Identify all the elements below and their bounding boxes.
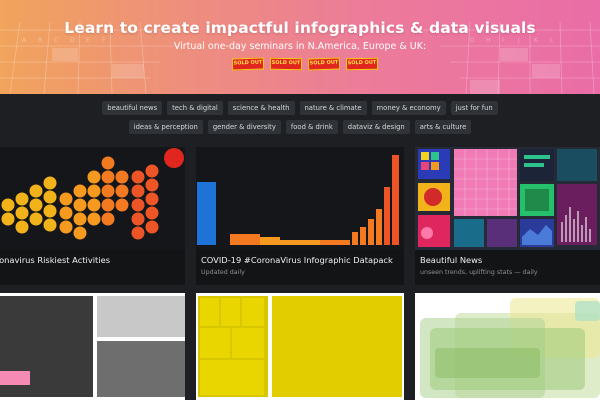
card-title: Coronavirus Riskiest Activities xyxy=(0,255,111,265)
card-title: Beautiful News xyxy=(420,255,483,265)
card-beautiful-news[interactable]: Beautiful News unseen trends, uplifting … xyxy=(415,147,600,285)
banner-title: Learn to create impactful infographics &… xyxy=(64,19,536,37)
tag-tech-digital[interactable]: tech & digital xyxy=(167,101,223,115)
sold-out-badge: SOLD OUT xyxy=(307,57,341,71)
sold-out-badge: SOLD OUT xyxy=(269,57,303,71)
banner-subtitle: Virtual one-day seminars in N.America, E… xyxy=(173,41,427,52)
card-overlapping-rects[interactable] xyxy=(415,293,600,400)
promo-banner[interactable]: A B C D E F G H I J K L Learn to create … xyxy=(0,0,600,94)
sold-out-badge: SOLD OUT xyxy=(345,57,379,71)
treemap-thumbnail xyxy=(0,293,185,400)
card-covid-19-datapack[interactable]: COVID-19 #CoronaVirus Infographic Datapa… xyxy=(196,147,404,285)
tag-arts-culture[interactable]: arts & culture xyxy=(414,120,472,134)
overlap-thumbnail xyxy=(415,293,600,400)
sold-out-badge: SOLD OUT xyxy=(231,57,265,71)
tag-ideas-perception[interactable]: ideas & perception xyxy=(128,120,203,134)
bar-chart-thumbnail xyxy=(196,147,404,250)
tag-beautiful-news[interactable]: beautiful news xyxy=(102,101,163,115)
card-coronavirus-riskiest-activities[interactable]: Coronavirus Riskiest Activities xyxy=(0,147,185,285)
card-treemap-yellow[interactable] xyxy=(196,293,404,400)
tag-science-health[interactable]: science & health xyxy=(227,101,295,115)
tag-food-drink[interactable]: food & drink xyxy=(285,120,338,134)
mosaic-thumbnail xyxy=(415,147,600,250)
tag-nature-climate[interactable]: nature & climate xyxy=(299,101,367,115)
tag-gender-diversity[interactable]: gender & diversity xyxy=(207,120,281,134)
card-meta: Updated daily xyxy=(201,269,245,276)
tag-just-for-fun[interactable]: just for fun xyxy=(450,101,498,115)
card-treemap-grey[interactable] xyxy=(0,293,185,400)
tag-money-economy[interactable]: money & economy xyxy=(371,101,446,115)
tag-dataviz-design[interactable]: dataviz & design xyxy=(342,120,410,134)
sold-out-badges: SOLD OUT SOLD OUT SOLD OUT SOLD OUT xyxy=(231,57,379,71)
treemap-thumbnail xyxy=(196,293,404,400)
bubble-chart-thumbnail xyxy=(0,147,185,250)
category-tags: beautiful news tech & digital science & … xyxy=(0,94,600,144)
card-title: COVID-19 #CoronaVirus Infographic Datapa… xyxy=(201,255,393,265)
card-meta: unseen trends, uplifting stats — daily xyxy=(420,269,538,276)
tag-row: beautiful news tech & digital science & … xyxy=(0,101,600,115)
tag-row: ideas & perception gender & diversity fo… xyxy=(0,120,600,134)
